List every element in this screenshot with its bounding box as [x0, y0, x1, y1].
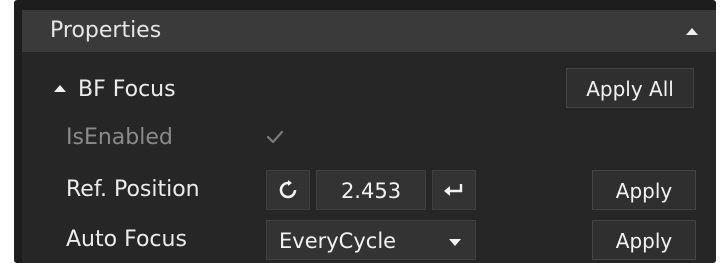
- caret-up-icon[interactable]: [54, 85, 66, 92]
- screenshot-frame: Properties BF Focus Apply All IsEnabled …: [0, 0, 722, 263]
- apply-all-button[interactable]: Apply All: [566, 68, 694, 108]
- auto-focus-dropdown[interactable]: EveryCycle: [266, 220, 476, 260]
- auto-focus-label: Auto Focus: [66, 227, 187, 252]
- ref-position-label: Ref. Position: [66, 177, 200, 202]
- refresh-icon: [279, 180, 297, 199]
- enter-button[interactable]: [432, 170, 476, 210]
- auto-focus-selected-value: EveryCycle: [279, 229, 397, 253]
- chevron-down-icon: [449, 239, 461, 246]
- auto-focus-apply-button[interactable]: Apply: [592, 220, 696, 260]
- ref-position-apply-button[interactable]: Apply: [592, 170, 696, 210]
- checkmark-icon[interactable]: [264, 126, 286, 148]
- refresh-button[interactable]: [266, 170, 310, 210]
- enter-return-icon: [444, 184, 463, 196]
- bf-focus-section: BF Focus Apply All IsEnabled Ref. Positi…: [22, 52, 716, 263]
- properties-panel: Properties BF Focus Apply All IsEnabled …: [14, 0, 716, 263]
- is-enabled-label: IsEnabled: [66, 125, 173, 150]
- caret-up-icon[interactable]: [686, 28, 698, 35]
- properties-title: Properties: [50, 18, 162, 43]
- properties-header[interactable]: Properties: [22, 10, 716, 52]
- ref-position-input[interactable]: 2.453: [316, 170, 426, 210]
- section-title: BF Focus: [78, 77, 176, 102]
